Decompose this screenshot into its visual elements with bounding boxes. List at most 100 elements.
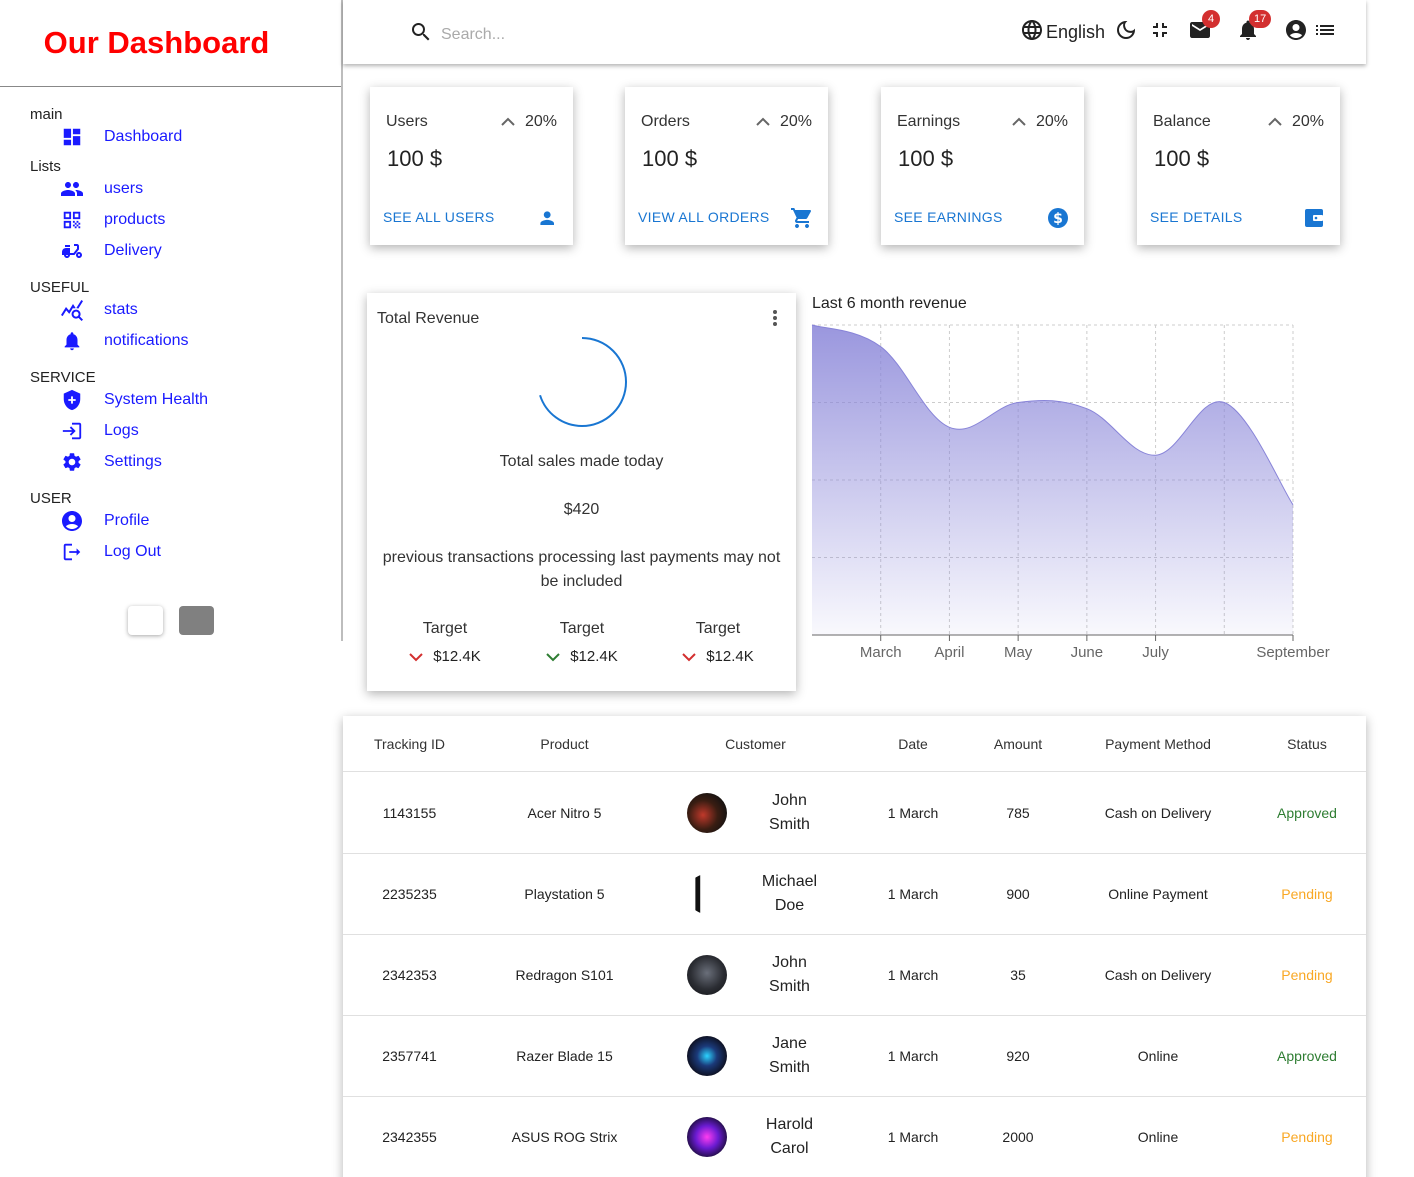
widget-percentage-value: 20%: [1035, 113, 1068, 130]
table-row[interactable]: 2342353 Redragon S101 John Smith 1 March…: [343, 935, 1366, 1016]
target-value: $12.4K: [433, 648, 481, 665]
x-axis-tick-label: June: [1071, 644, 1104, 661]
target-item: Target $12.4K: [663, 620, 773, 665]
featured-label: Total sales made today: [499, 453, 664, 470]
widget-percentage-value: 20%: [1291, 113, 1324, 130]
column-header[interactable]: Tracking ID: [343, 716, 476, 771]
payment-method: Online Payment: [1108, 886, 1208, 902]
table-row[interactable]: 2342355 ASUS ROG Strix Harold Carol 1 Ma…: [343, 1097, 1366, 1177]
sidebar-item-profile[interactable]: Profile: [60, 508, 149, 534]
notifications-button[interactable]: 17: [1236, 10, 1272, 47]
chevron-down-icon: [546, 652, 560, 661]
profile-button[interactable]: [1284, 18, 1308, 47]
widget-balance: Balance 20% 100 $ SEE DETAILS: [1137, 87, 1340, 245]
payment-method: Online: [1137, 1048, 1179, 1064]
column-header[interactable]: Product: [476, 716, 653, 771]
sidebar-item-settings[interactable]: Settings: [60, 449, 162, 475]
tracking-id: 2235235: [382, 886, 437, 902]
svg-text:$: $: [1053, 211, 1063, 227]
search-icon[interactable]: [409, 20, 433, 49]
sidebar-item-label: stats: [104, 301, 138, 318]
dark-mode-toggle[interactable]: [1114, 18, 1138, 47]
light-theme-button[interactable]: [128, 606, 163, 635]
sidebar-item-users[interactable]: users: [60, 176, 143, 202]
chevron-down-icon: [682, 652, 696, 661]
column-header[interactable]: Status: [1248, 716, 1366, 771]
account-circle-icon: [60, 509, 84, 533]
column-header[interactable]: Customer: [653, 716, 858, 771]
sidebar-item-system-health[interactable]: System Health: [60, 387, 208, 413]
account-circle-icon: [1284, 18, 1308, 47]
menu-list-button[interactable]: [1313, 18, 1337, 47]
chevron-up-icon: [501, 117, 515, 126]
dollar-icon[interactable]: $: [1046, 206, 1070, 230]
sidebar-item-label: users: [104, 180, 144, 197]
customer-name: Jane Smith: [769, 1035, 810, 1076]
fullscreen-exit-button[interactable]: [1148, 18, 1172, 47]
order-amount: 785: [1006, 805, 1030, 821]
product-name: Redragon S101: [515, 967, 614, 983]
product-name: Acer Nitro 5: [527, 805, 602, 821]
see-earnings-link[interactable]: SEE EARNINGS: [894, 209, 1003, 225]
tracking-id: 2342355: [382, 1129, 437, 1145]
sidebar-item-notifications[interactable]: notifications: [60, 328, 189, 354]
shield-plus-icon: [60, 388, 84, 412]
x-axis-tick-label: March: [860, 644, 902, 661]
wallet-icon[interactable]: [1302, 206, 1326, 230]
language-selector[interactable]: English: [1020, 18, 1105, 47]
sidebar-item-logout[interactable]: Log Out: [60, 539, 161, 565]
target-value: $12.4K: [706, 648, 754, 665]
cart-icon[interactable]: [790, 206, 814, 230]
widget-percentage-value: 20%: [779, 113, 812, 130]
qr-code-icon: [60, 208, 84, 232]
widget-title: Balance: [1153, 113, 1211, 130]
sidebar-item-products[interactable]: products: [60, 207, 165, 233]
order-amount: 920: [1006, 1048, 1030, 1064]
widget-users: Users 20% 100 $ SEE ALL USERS: [370, 87, 573, 245]
chevron-up-icon: [1012, 117, 1026, 126]
sidebar-item-logs[interactable]: Logs: [60, 418, 139, 444]
sidebar-item-stats[interactable]: stats: [60, 297, 138, 323]
sidebar-item-dashboard[interactable]: Dashboard: [60, 124, 182, 150]
person-icon[interactable]: [535, 206, 559, 230]
sidebar-item-label: Logs: [104, 422, 139, 439]
mail-button[interactable]: 4: [1188, 10, 1220, 47]
table-row[interactable]: 2357741 Razer Blade 15 Jane Smith 1 Marc…: [343, 1016, 1366, 1097]
topbar: English 4 17: [343, 0, 1366, 64]
more-vert-icon[interactable]: [772, 309, 778, 332]
widget-title: Users: [386, 113, 428, 130]
revenue-area-chart: March April May June July September: [811, 324, 1330, 661]
column-header[interactable]: Payment Method: [1068, 716, 1248, 771]
login-arrow-icon: [60, 419, 84, 443]
order-amount: 2000: [1002, 1129, 1034, 1145]
product-name: ASUS ROG Strix: [511, 1129, 618, 1145]
revenue-area: [812, 325, 1293, 635]
payment-method: Online: [1137, 1129, 1179, 1145]
column-header[interactable]: Date: [858, 716, 968, 771]
search-input[interactable]: [441, 25, 691, 44]
order-date: 1 March: [887, 1129, 939, 1145]
fullscreen-exit-icon: [1148, 18, 1172, 47]
status-badge: Approved: [1277, 805, 1337, 821]
globe-icon: [1020, 18, 1044, 47]
table-row[interactable]: 1143155 Acer Nitro 5 John Smith 1 March …: [343, 773, 1366, 854]
view-all-orders-link[interactable]: VIEW ALL ORDERS: [638, 209, 770, 225]
table-row[interactable]: 2235235 Playstation 5 Michael Doe 1 Marc…: [343, 854, 1366, 935]
section-title-lists: Lists: [30, 158, 61, 175]
app-logo[interactable]: Our Dashboard: [44, 25, 270, 61]
customer-cell: Michael Doe: [653, 854, 858, 934]
dark-theme-button[interactable]: [179, 606, 214, 635]
widget-orders: Orders 20% 100 $ VIEW ALL ORDERS: [625, 87, 828, 245]
widget-percentage-value: 20%: [524, 113, 557, 130]
widget-percentage: 20%: [1012, 113, 1068, 131]
revenue-progress-ring: [537, 337, 627, 427]
see-all-users-link[interactable]: SEE ALL USERS: [383, 209, 495, 225]
logout-icon: [60, 540, 84, 564]
target-item: Target $12.4K: [390, 620, 500, 665]
column-header[interactable]: Amount: [968, 716, 1068, 771]
see-details-link[interactable]: SEE DETAILS: [1150, 209, 1243, 225]
gear-icon: [60, 450, 84, 474]
payment-method: Cash on Delivery: [1104, 967, 1212, 983]
total-revenue-card: Total Revenue Total sales made today $42…: [367, 293, 796, 691]
sidebar-item-delivery[interactable]: Delivery: [60, 238, 162, 264]
